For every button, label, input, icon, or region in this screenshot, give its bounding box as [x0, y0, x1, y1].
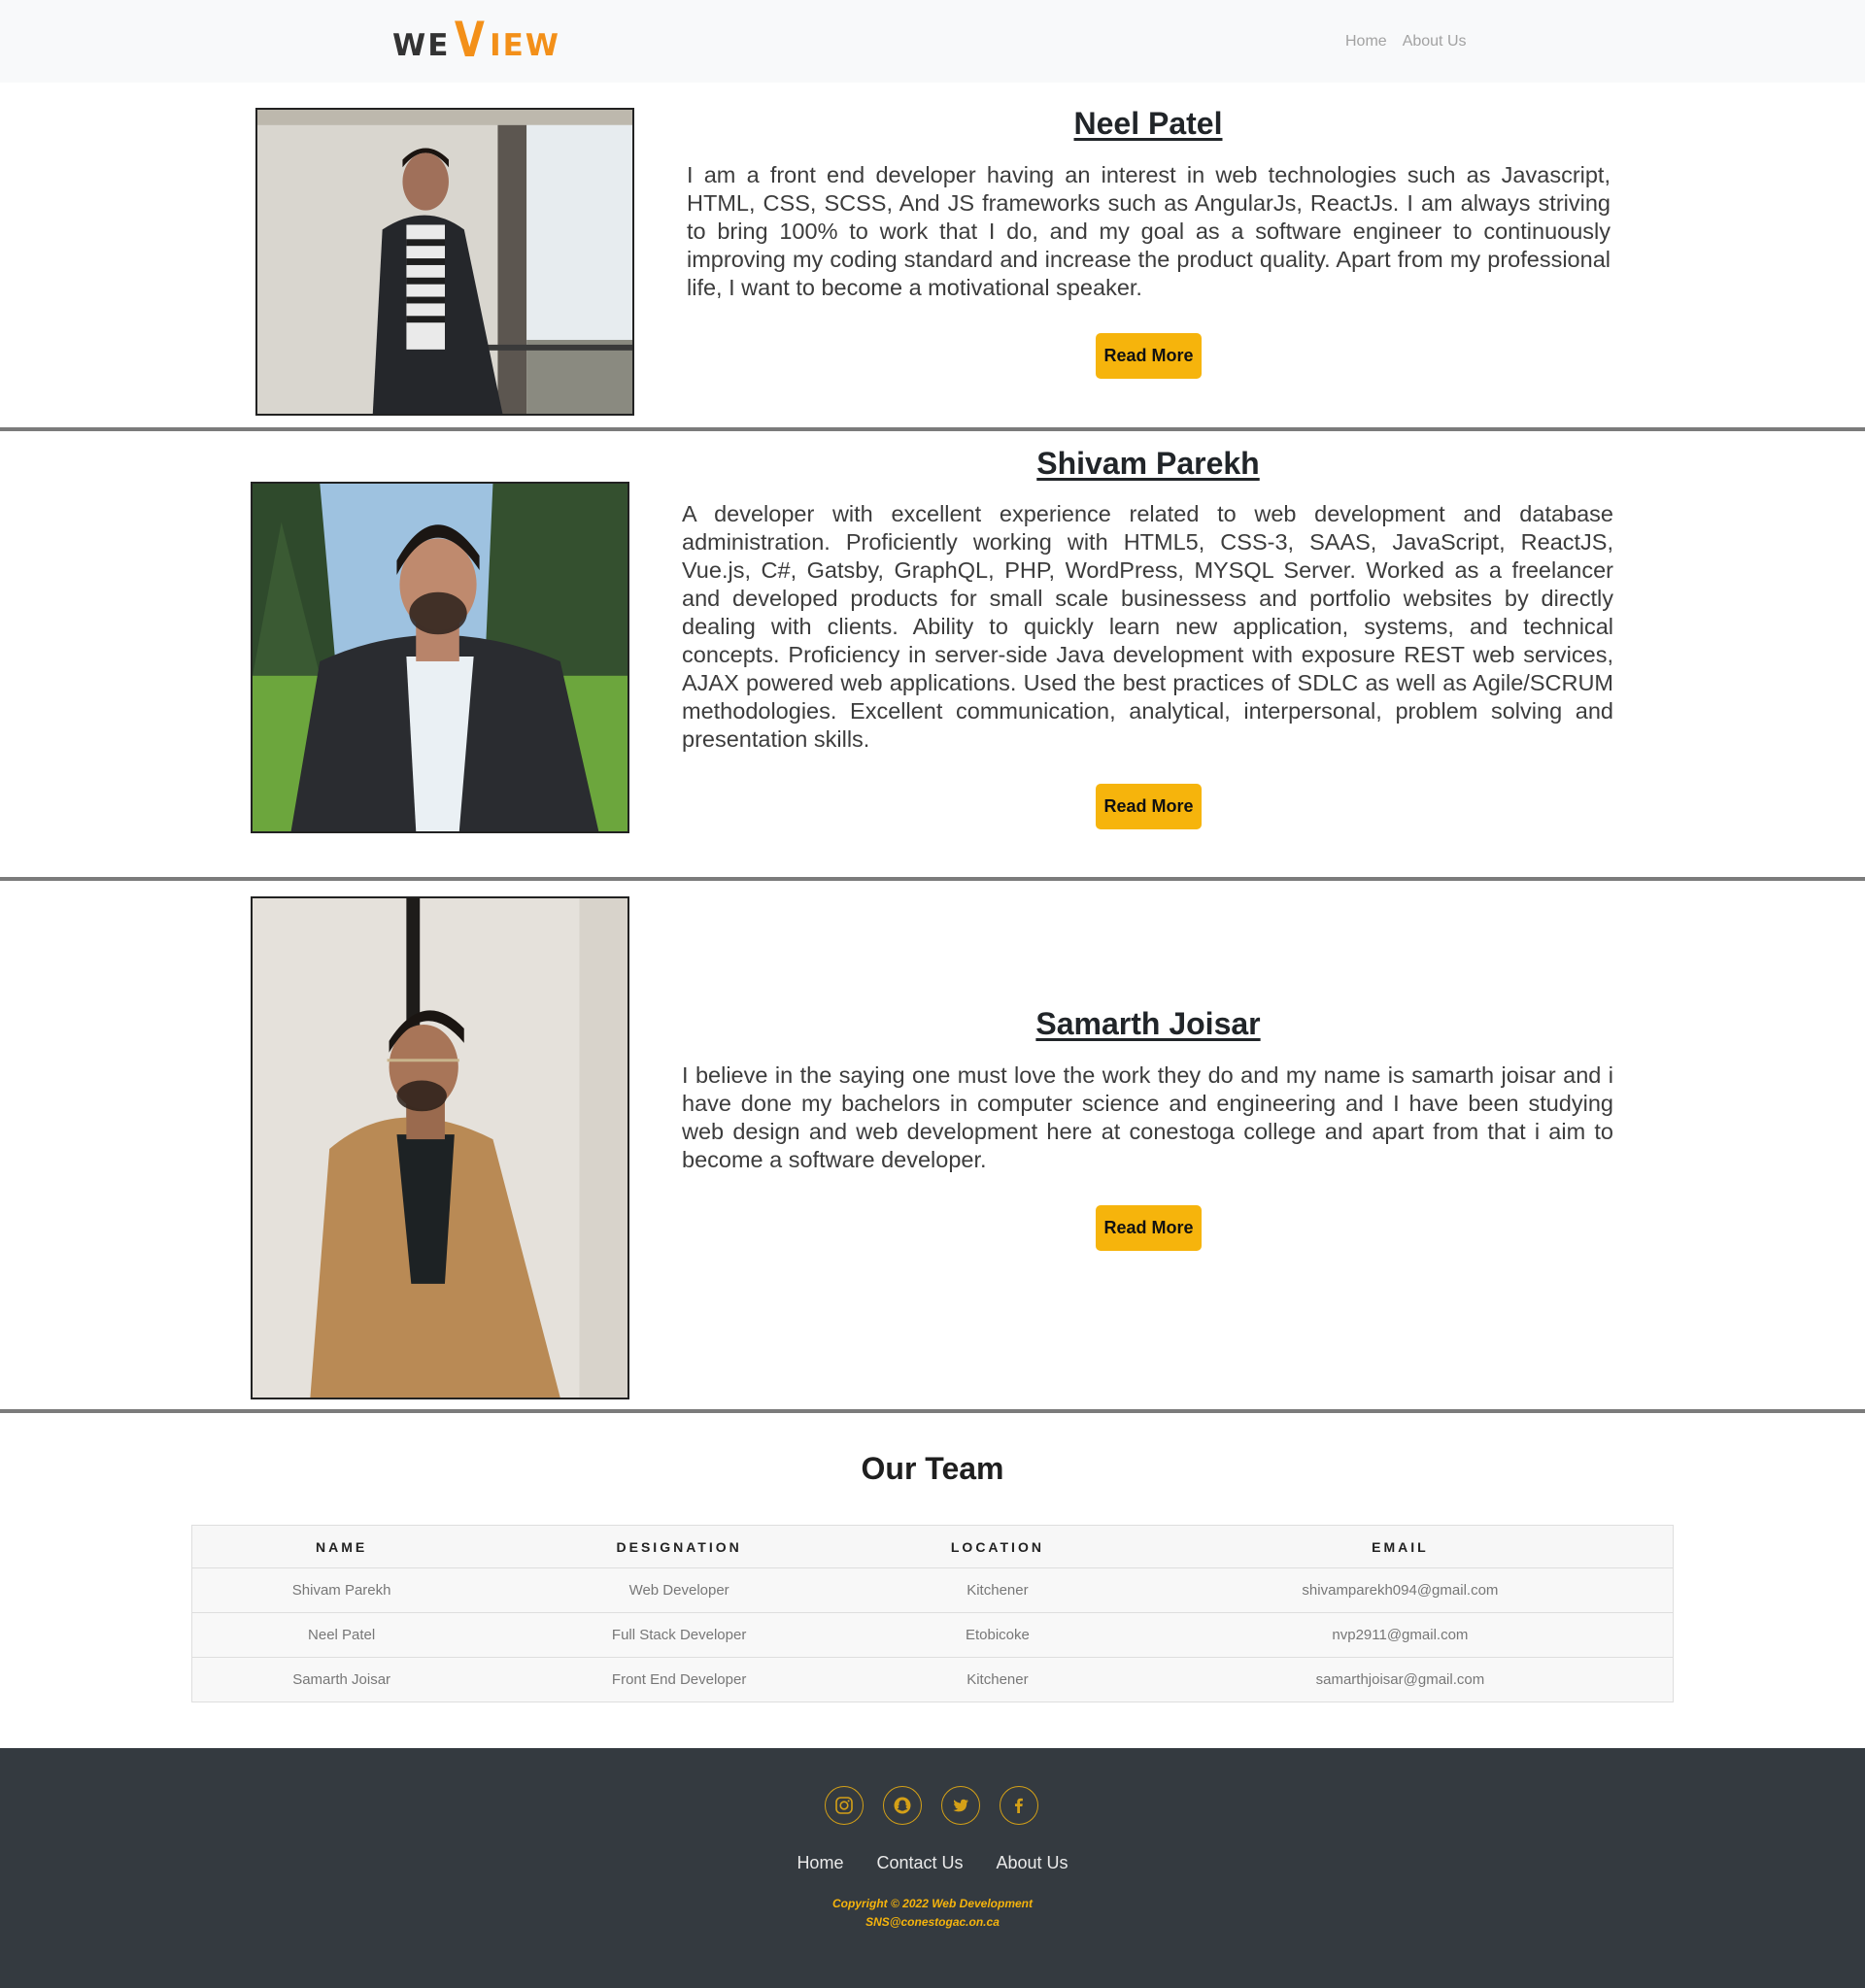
footer-copyright: Copyright © 2022 Web Development SNS@con… [0, 1895, 1865, 1932]
read-more-button[interactable]: Read More [1096, 784, 1202, 829]
profile-photo-neel [255, 108, 634, 416]
section-divider [0, 427, 1865, 431]
cell-designation: Front End Developer [491, 1657, 867, 1702]
nav-home-link[interactable]: Home [1345, 33, 1387, 51]
footer-about-link[interactable]: About Us [997, 1853, 1068, 1873]
site-footer: Home Contact Us About Us Copyright © 202… [0, 1748, 1865, 1988]
cell-location: Kitchener [867, 1657, 1128, 1702]
table-header-row: NAME DESIGNATION LOCATION EMAIL [191, 1525, 1674, 1568]
profile-bio: I am a front end developer having an int… [687, 162, 1611, 300]
cell-location: Kitchener [867, 1567, 1128, 1613]
table-row: Samarth Joisar Front End Developer Kitch… [191, 1657, 1674, 1702]
cell-designation: Full Stack Developer [491, 1612, 867, 1658]
team-table: NAME DESIGNATION LOCATION EMAIL Shivam P… [191, 1525, 1674, 1702]
footer-links: Home Contact Us About Us [0, 1853, 1865, 1873]
cell-name: Samarth Joisar [191, 1657, 492, 1702]
cell-name: Shivam Parekh [191, 1567, 492, 1613]
cell-email: samarthjoisar@gmail.com [1127, 1657, 1674, 1702]
footer-home-link[interactable]: Home [797, 1853, 843, 1873]
copyright-text: Copyright © 2022 Web Development [832, 1897, 1033, 1910]
table-row: Shivam Parekh Web Developer Kitchener sh… [191, 1567, 1674, 1613]
section-divider [0, 877, 1865, 881]
facebook-icon[interactable] [1000, 1786, 1038, 1825]
profile-bio: I believe in the saying one must love th… [682, 1062, 1613, 1172]
cell-name: Neel Patel [191, 1612, 492, 1658]
logo-text-v: V [455, 12, 486, 68]
social-links [825, 1786, 1038, 1825]
cell-email: shivamparekh094@gmail.com [1127, 1567, 1674, 1613]
cell-designation: Web Developer [491, 1567, 867, 1613]
section-divider [0, 1409, 1865, 1413]
footer-contact-link[interactable]: Contact Us [876, 1853, 963, 1873]
logo-text-iew: IEW [490, 28, 560, 63]
cell-email: nvp2911@gmail.com [1127, 1612, 1674, 1658]
instagram-icon[interactable] [825, 1786, 864, 1825]
top-nav: Home About Us [1345, 33, 1467, 51]
twitter-icon[interactable] [941, 1786, 980, 1825]
site-header: WE V IEW Home About Us [0, 0, 1865, 83]
team-heading: Our Team [861, 1451, 1004, 1486]
column-header-email: EMAIL [1127, 1525, 1674, 1568]
read-more-button[interactable]: Read More [1096, 333, 1202, 379]
cell-location: Etobicoke [867, 1612, 1128, 1658]
column-header-designation: DESIGNATION [491, 1525, 867, 1568]
profile-photo-samarth [251, 896, 629, 1399]
profile-name: Samarth Joisar [1035, 1006, 1261, 1041]
column-header-location: LOCATION [867, 1525, 1128, 1568]
profile-name: Neel Patel [1073, 106, 1223, 141]
nav-about-link[interactable]: About Us [1403, 33, 1467, 51]
logo-text-we: WE [392, 28, 451, 63]
contact-email[interactable]: SNS@conestogac.on.ca [0, 1913, 1865, 1932]
snapchat-icon[interactable] [883, 1786, 922, 1825]
profile-name: Shivam Parekh [1036, 446, 1260, 481]
profile-bio: A developer with excellent experience re… [682, 501, 1613, 752]
weview-logo[interactable]: WE V IEW [392, 10, 560, 64]
table-row: Neel Patel Full Stack Developer Etobicok… [191, 1612, 1674, 1658]
read-more-button[interactable]: Read More [1096, 1205, 1202, 1251]
column-header-name: NAME [191, 1525, 492, 1568]
profile-photo-shivam [251, 482, 629, 833]
